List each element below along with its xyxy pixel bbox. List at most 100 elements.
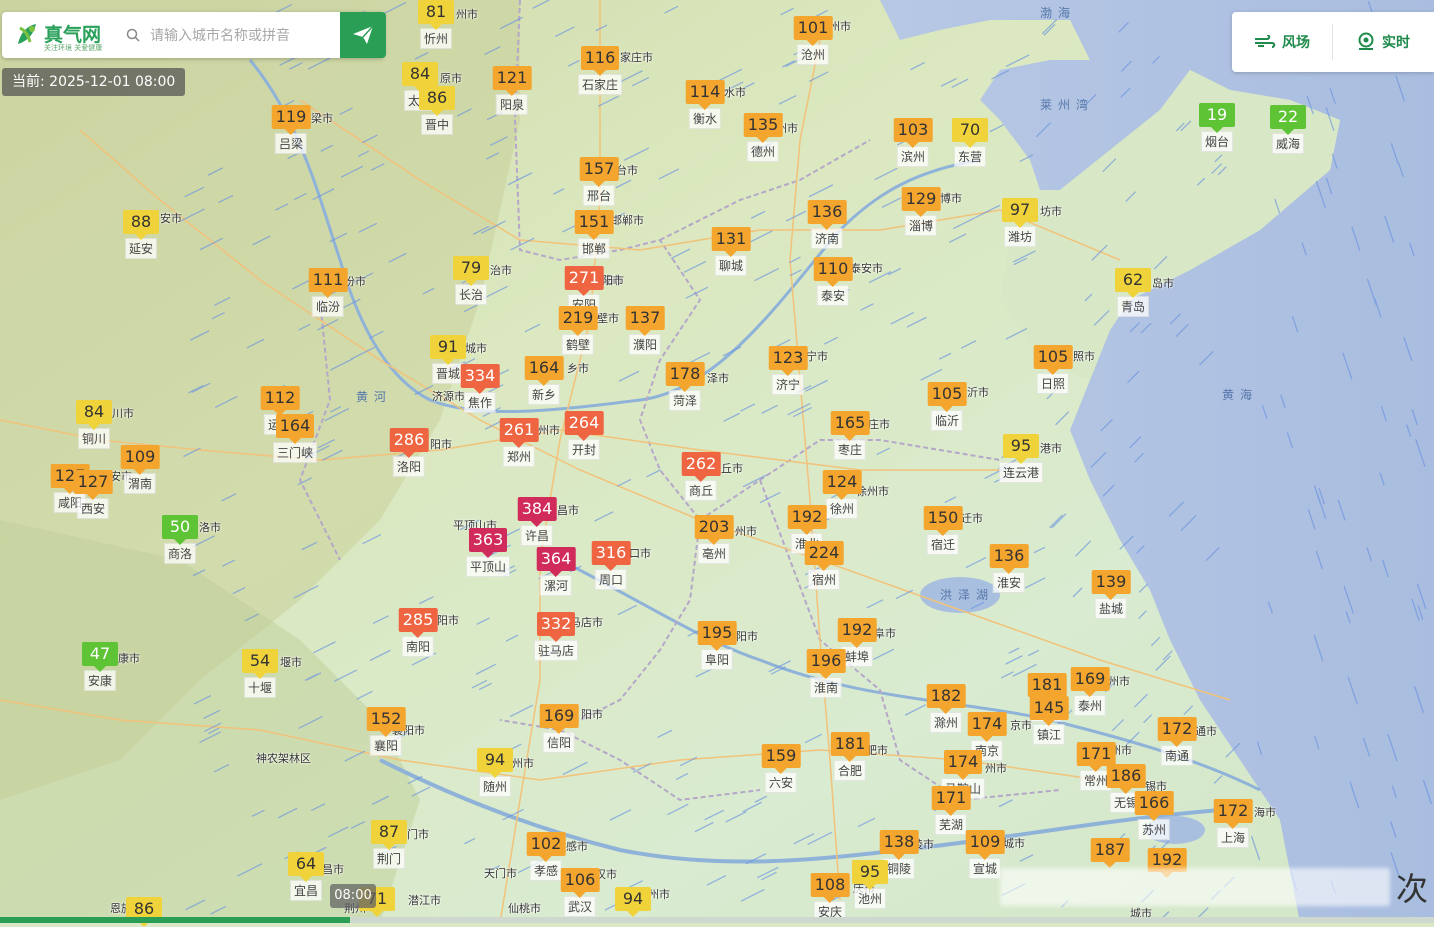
aqi-marker[interactable]: 151 邯郸	[574, 210, 614, 259]
station-name: 临沂	[930, 410, 964, 431]
aqi-marker[interactable]: 363 平顶山	[465, 528, 511, 577]
aqi-marker[interactable]: 109 渭南	[120, 445, 160, 494]
aqi-marker[interactable]: 50 商洛	[162, 515, 198, 564]
aqi-marker[interactable]: 101 沧州	[793, 16, 833, 65]
search-button[interactable]	[340, 12, 386, 58]
aqi-marker[interactable]: 166 苏州	[1134, 791, 1174, 840]
aqi-marker[interactable]: 152 襄阳	[366, 707, 406, 756]
aqi-marker[interactable]: 172 南通	[1157, 717, 1197, 766]
aqi-marker[interactable]: 124 徐州	[822, 470, 862, 519]
aqi-marker[interactable]: 110 泰安	[813, 257, 853, 306]
station-name: 盐城	[1094, 598, 1128, 619]
aqi-value: 22	[1270, 105, 1306, 135]
aqi-value: 88	[123, 210, 159, 240]
station-name: 上海	[1216, 827, 1250, 848]
aqi-marker[interactable]: 114 衡水	[685, 80, 725, 129]
aqi-marker[interactable]: 19 烟台	[1199, 103, 1235, 152]
aqi-marker[interactable]: 64 宜昌	[288, 852, 324, 901]
aqi-marker[interactable]: 102 孝感	[526, 832, 566, 881]
aqi-value: 171	[931, 786, 971, 816]
wind-field-label: 风场	[1282, 35, 1310, 51]
aqi-marker[interactable]: 181 合肥	[830, 732, 870, 781]
aqi-marker[interactable]: 332 驻马店	[533, 612, 579, 661]
timeline-track[interactable]	[0, 917, 1434, 923]
aqi-value: 172	[1157, 717, 1197, 747]
aqi-marker[interactable]: 164 三门峡	[272, 414, 318, 463]
aqi-marker[interactable]: 150 宿迁	[923, 506, 963, 555]
aqi-marker[interactable]: 79 长治	[453, 256, 489, 305]
aqi-marker[interactable]: 384 许昌	[517, 497, 557, 546]
aqi-marker[interactable]: 109 宣城	[965, 830, 1005, 879]
aqi-marker[interactable]: 364 漯河	[536, 547, 576, 596]
aqi-marker[interactable]: 165 枣庄	[830, 411, 870, 460]
aqi-marker[interactable]: 178 菏泽	[665, 362, 705, 411]
aqi-marker[interactable]: 285 南阳	[398, 608, 438, 657]
aqi-value: 145	[1029, 696, 1069, 726]
aqi-marker[interactable]: 94 随州	[477, 748, 513, 797]
aqi-marker[interactable]: 135 德州	[743, 113, 783, 162]
aqi-marker[interactable]: 224 宿州	[804, 541, 844, 590]
aqi-marker[interactable]: 95 连云港	[998, 434, 1044, 483]
station-name: 阜阳	[700, 649, 734, 670]
aqi-marker[interactable]: 136 济南	[807, 200, 847, 249]
aqi-marker[interactable]: 84 铜川	[76, 400, 112, 449]
aqi-marker[interactable]: 136 淮安	[989, 544, 1029, 593]
aqi-marker[interactable]: 123 济宁	[768, 346, 808, 395]
search-input[interactable]	[148, 22, 338, 50]
timeline-handle[interactable]: 08:00	[330, 884, 376, 908]
station-name: 东营	[953, 146, 986, 167]
aqi-marker[interactable]: 187	[1090, 838, 1130, 868]
aqi-marker[interactable]: 86 晋中	[419, 86, 455, 135]
aqi-marker[interactable]: 106 武汉	[560, 868, 600, 917]
aqi-marker[interactable]: 70 东营	[952, 118, 988, 167]
aqi-marker[interactable]: 87 荆门	[371, 820, 407, 869]
aqi-marker[interactable]: 119 吕梁	[271, 105, 311, 154]
app-logo[interactable]: 真气网 关注环境 关爱健康	[10, 18, 122, 52]
aqi-marker[interactable]: 88 延安	[123, 210, 159, 259]
aqi-marker[interactable]: 105 临沂	[927, 382, 967, 431]
aqi-marker[interactable]: 22 威海	[1270, 105, 1306, 154]
aqi-marker[interactable]: 94	[615, 887, 651, 917]
aqi-marker[interactable]: 286 洛阳	[389, 428, 429, 477]
aqi-marker[interactable]: 121 阳泉	[492, 66, 532, 115]
aqi-marker[interactable]: 108 安庆	[810, 873, 850, 922]
aqi-marker[interactable]: 129 淄博	[901, 187, 941, 236]
aqi-marker[interactable]: 164 新乡	[524, 356, 564, 405]
aqi-marker[interactable]: 261 郑州	[499, 418, 539, 467]
aqi-marker[interactable]: 95 池州	[852, 860, 888, 909]
aqi-marker[interactable]: 171 芜湖	[931, 786, 971, 835]
aqi-marker[interactable]: 145 镇江	[1029, 696, 1069, 745]
aqi-marker[interactable]: 195 阜阳	[697, 621, 737, 670]
aqi-marker[interactable]: 264 开封	[564, 411, 604, 460]
wind-field-button[interactable]: 风场	[1232, 12, 1332, 72]
aqi-marker[interactable]: 169 信阳	[539, 704, 579, 753]
aqi-marker[interactable]: 182 滁州	[926, 684, 966, 733]
aqi-marker[interactable]: 54 十堰	[242, 649, 278, 698]
aqi-marker[interactable]: 127 西安	[73, 470, 113, 519]
aqi-marker[interactable]: 196 淮南	[806, 649, 846, 698]
aqi-marker[interactable]: 103 滨州	[893, 118, 933, 167]
realtime-button[interactable]: 实时	[1333, 12, 1433, 72]
aqi-marker[interactable]: 159 六安	[761, 744, 801, 793]
aqi-marker[interactable]: 97 潍坊	[1002, 198, 1038, 247]
aqi-marker[interactable]: 137 濮阳	[625, 306, 665, 355]
aqi-marker[interactable]: 334 焦作	[460, 364, 500, 413]
aqi-marker[interactable]: 262 商丘	[681, 452, 721, 501]
aqi-marker[interactable]: 62 青岛	[1115, 268, 1151, 317]
aqi-marker[interactable]: 81 忻州	[418, 0, 454, 49]
aqi-marker[interactable]: 105 日照	[1033, 345, 1073, 394]
base-city-label: 宁市	[806, 350, 828, 363]
aqi-marker[interactable]: 157 邢台	[579, 157, 619, 206]
aqi-marker[interactable]: 169 泰州	[1070, 667, 1110, 716]
station-name: 合肥	[833, 760, 867, 781]
aqi-marker[interactable]: 111 临汾	[308, 268, 348, 317]
search-bar: 真气网 关注环境 关爱健康	[2, 12, 386, 58]
aqi-marker[interactable]: 316 周口	[591, 541, 631, 590]
aqi-marker[interactable]: 139 盐城	[1091, 570, 1131, 619]
aqi-marker[interactable]: 116 石家庄	[577, 46, 623, 95]
aqi-marker[interactable]: 131 聊城	[711, 227, 751, 276]
aqi-marker[interactable]: 203 亳州	[694, 515, 734, 564]
aqi-marker[interactable]: 47 安康	[82, 642, 118, 691]
aqi-marker[interactable]: 172 上海	[1213, 799, 1253, 848]
aqi-marker[interactable]: 219 鹤壁	[558, 306, 598, 355]
